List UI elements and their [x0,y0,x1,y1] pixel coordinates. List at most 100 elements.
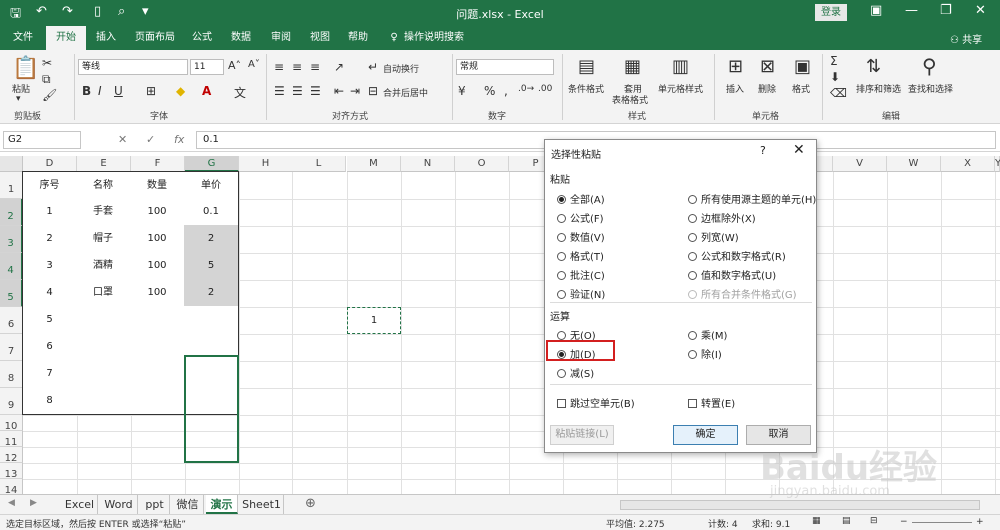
table-cell[interactable]: 单价 [184,171,239,199]
table-cell[interactable] [130,387,185,415]
transpose-checkbox[interactable]: 转置(E) [688,395,735,410]
column-header-e[interactable]: E [77,156,131,172]
table-cell[interactable]: 帽子 [76,225,131,253]
cell-styles-button[interactable]: 单元格样式 [658,82,703,95]
row-header-1[interactable]: 1 [0,172,23,199]
sheet-tab[interactable]: 演示 [206,495,238,514]
next-sheet-icon[interactable]: ▶ [30,498,37,508]
tab-file[interactable]: 文件 [4,26,42,50]
table-cell[interactable]: 100 [130,198,185,226]
sheet-tab[interactable]: Word [100,495,138,514]
paste-option[interactable]: 值和数字格式(U) [688,267,776,282]
fill-icon[interactable]: ⬇ [830,70,840,84]
increase-decimal-icon[interactable]: .0→ [518,84,534,94]
column-header-v[interactable]: V [833,156,887,172]
decrease-font-icon[interactable]: A˅ [248,59,260,70]
sheet-tab[interactable]: Excel [62,495,98,514]
table-cell[interactable] [76,360,131,388]
select-all-corner[interactable] [0,156,23,172]
dialog-close-button[interactable]: ✕ [793,142,805,158]
skip-blanks-checkbox[interactable]: 跳过空单元(B) [557,395,635,410]
table-cell[interactable]: 4 [22,279,77,307]
table-cell[interactable]: 100 [130,279,185,307]
restore-button[interactable]: ❐ [940,3,952,18]
row-header-13[interactable]: 13 [0,463,23,480]
font-name-select[interactable]: 等线 [78,59,188,75]
increase-font-icon[interactable]: A˄ [228,59,241,72]
format-table-label-2[interactable]: 表格格式 [612,93,648,106]
row-header-14[interactable]: 14 [0,479,23,496]
tab-help[interactable]: 帮助 [340,26,376,50]
table-cell[interactable] [130,360,185,388]
table-cell[interactable]: 100 [130,225,185,253]
align-top-icon[interactable]: ≡ [274,60,284,74]
align-left-icon[interactable]: ☰ [274,84,285,98]
table-cell[interactable]: 6 [22,333,77,361]
row-header-6[interactable]: 6 [0,307,23,334]
row-header-10[interactable]: 10 [0,415,23,432]
table-cell[interactable] [76,387,131,415]
row-header-9[interactable]: 9 [0,388,23,415]
table-cell[interactable]: 数量 [130,171,185,199]
phonetic-icon[interactable]: 文 [234,84,246,101]
font-size-select[interactable]: 11 [190,59,224,75]
confirm-entry-icon[interactable]: ✓ [146,133,155,146]
row-header-7[interactable]: 7 [0,334,23,361]
table-cell[interactable]: 5 [22,306,77,334]
table-cell[interactable]: 名称 [76,171,131,199]
row-header-8[interactable]: 8 [0,361,23,388]
tab-data[interactable]: 数据 [222,26,260,50]
column-header-y[interactable]: Y [995,156,1000,172]
name-box[interactable]: G2 [3,131,81,149]
paste-option[interactable]: 边框除外(X) [688,210,756,225]
prev-sheet-icon[interactable]: ◀ [8,498,15,508]
paste-option[interactable]: 批注(C) [557,267,605,282]
table-cell[interactable]: 100 [130,252,185,280]
font-color-icon[interactable]: A [202,84,211,98]
wrap-text-button[interactable]: 自动换行 [383,62,419,75]
paste-option[interactable]: 所有使用源主题的单元(H) [688,191,816,206]
percent-icon[interactable]: % [484,84,495,98]
paste-option[interactable]: 格式(T) [557,248,604,263]
sheet-tab[interactable]: ppt [140,495,170,514]
sheet-tab[interactable]: Sheet1 [240,495,284,514]
column-header-l[interactable]: L [292,156,346,172]
tab-view[interactable]: 视图 [302,26,338,50]
table-cell[interactable] [130,333,185,361]
row-header-3[interactable]: 3 [0,226,23,253]
close-button[interactable]: ✕ [975,3,986,18]
cancel-entry-icon[interactable]: ✕ [118,133,127,146]
table-cell[interactable]: 序号 [22,171,77,199]
column-header-d[interactable]: D [23,156,77,172]
tell-me-search[interactable]: 操作说明搜索 [404,26,474,50]
minimize-button[interactable]: — [905,3,918,18]
column-header-x[interactable]: X [941,156,995,172]
column-header-g[interactable]: G [185,156,239,172]
paste-option[interactable]: 列宽(W) [688,229,739,244]
operation-option[interactable]: 乘(M) [688,327,727,342]
decrease-decimal-icon[interactable]: .00 [538,84,552,94]
table-cell[interactable]: 手套 [76,198,131,226]
operation-option[interactable]: 除(I) [688,346,722,361]
cut-icon[interactable]: ✂ [42,56,52,70]
orientation-icon[interactable]: ↗ [334,60,344,74]
bold-button[interactable]: B [82,84,91,98]
column-header-f[interactable]: F [131,156,185,172]
normal-view-icon[interactable]: ▦ [812,516,821,526]
table-cell[interactable] [130,306,185,334]
paste-option[interactable]: 验证(N) [557,286,605,301]
comma-icon[interactable]: , [504,84,508,98]
number-format-select[interactable]: 常规 [456,59,554,75]
format-painter-icon[interactable]: 🖌 [42,88,57,102]
table-cell[interactable]: 5 [184,252,239,280]
column-header-h[interactable]: H [239,156,293,172]
find-select-button[interactable]: 查找和选择 [908,82,953,95]
zoom-slider[interactable] [912,522,972,523]
login-button[interactable]: 登录 [815,4,847,21]
fill-color-icon[interactable]: ◆ [176,84,185,98]
outdent-icon[interactable]: ⇥ [350,84,360,98]
paste-link-button[interactable]: 粘贴链接(L) [550,425,614,445]
table-cell[interactable]: 酒精 [76,252,131,280]
conditional-format-button[interactable]: 条件格式 [568,82,604,95]
ok-button[interactable]: 确定 [673,425,738,445]
